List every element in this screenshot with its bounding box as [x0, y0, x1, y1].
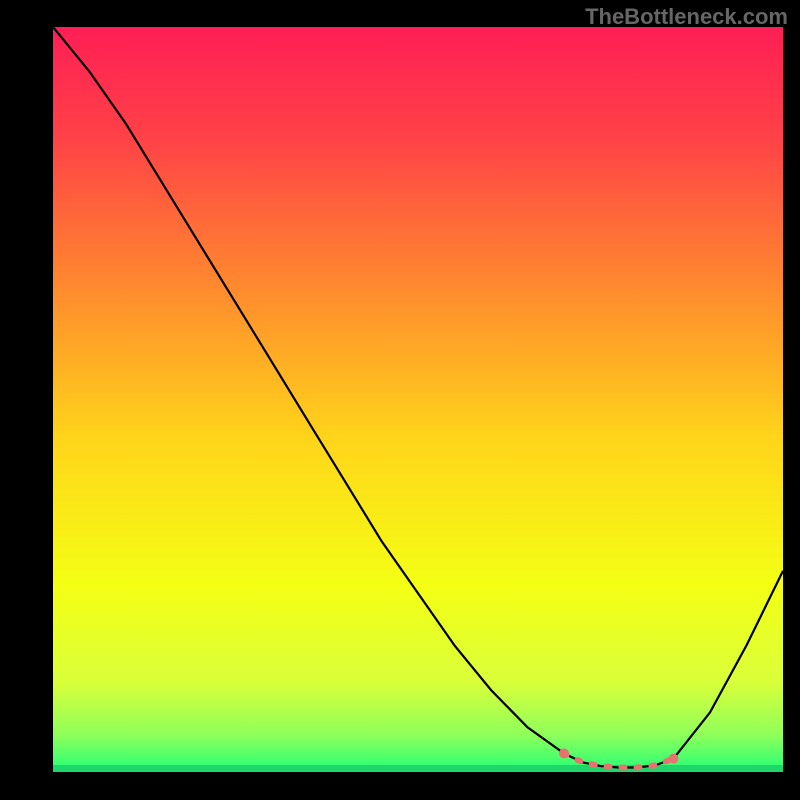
bottom-green-band: [53, 765, 783, 772]
watermark-text: TheBottleneck.com: [585, 4, 788, 30]
chart-svg: [0, 0, 800, 800]
bottleneck-chart: TheBottleneck.com: [0, 0, 800, 800]
plot-background: [53, 27, 783, 772]
